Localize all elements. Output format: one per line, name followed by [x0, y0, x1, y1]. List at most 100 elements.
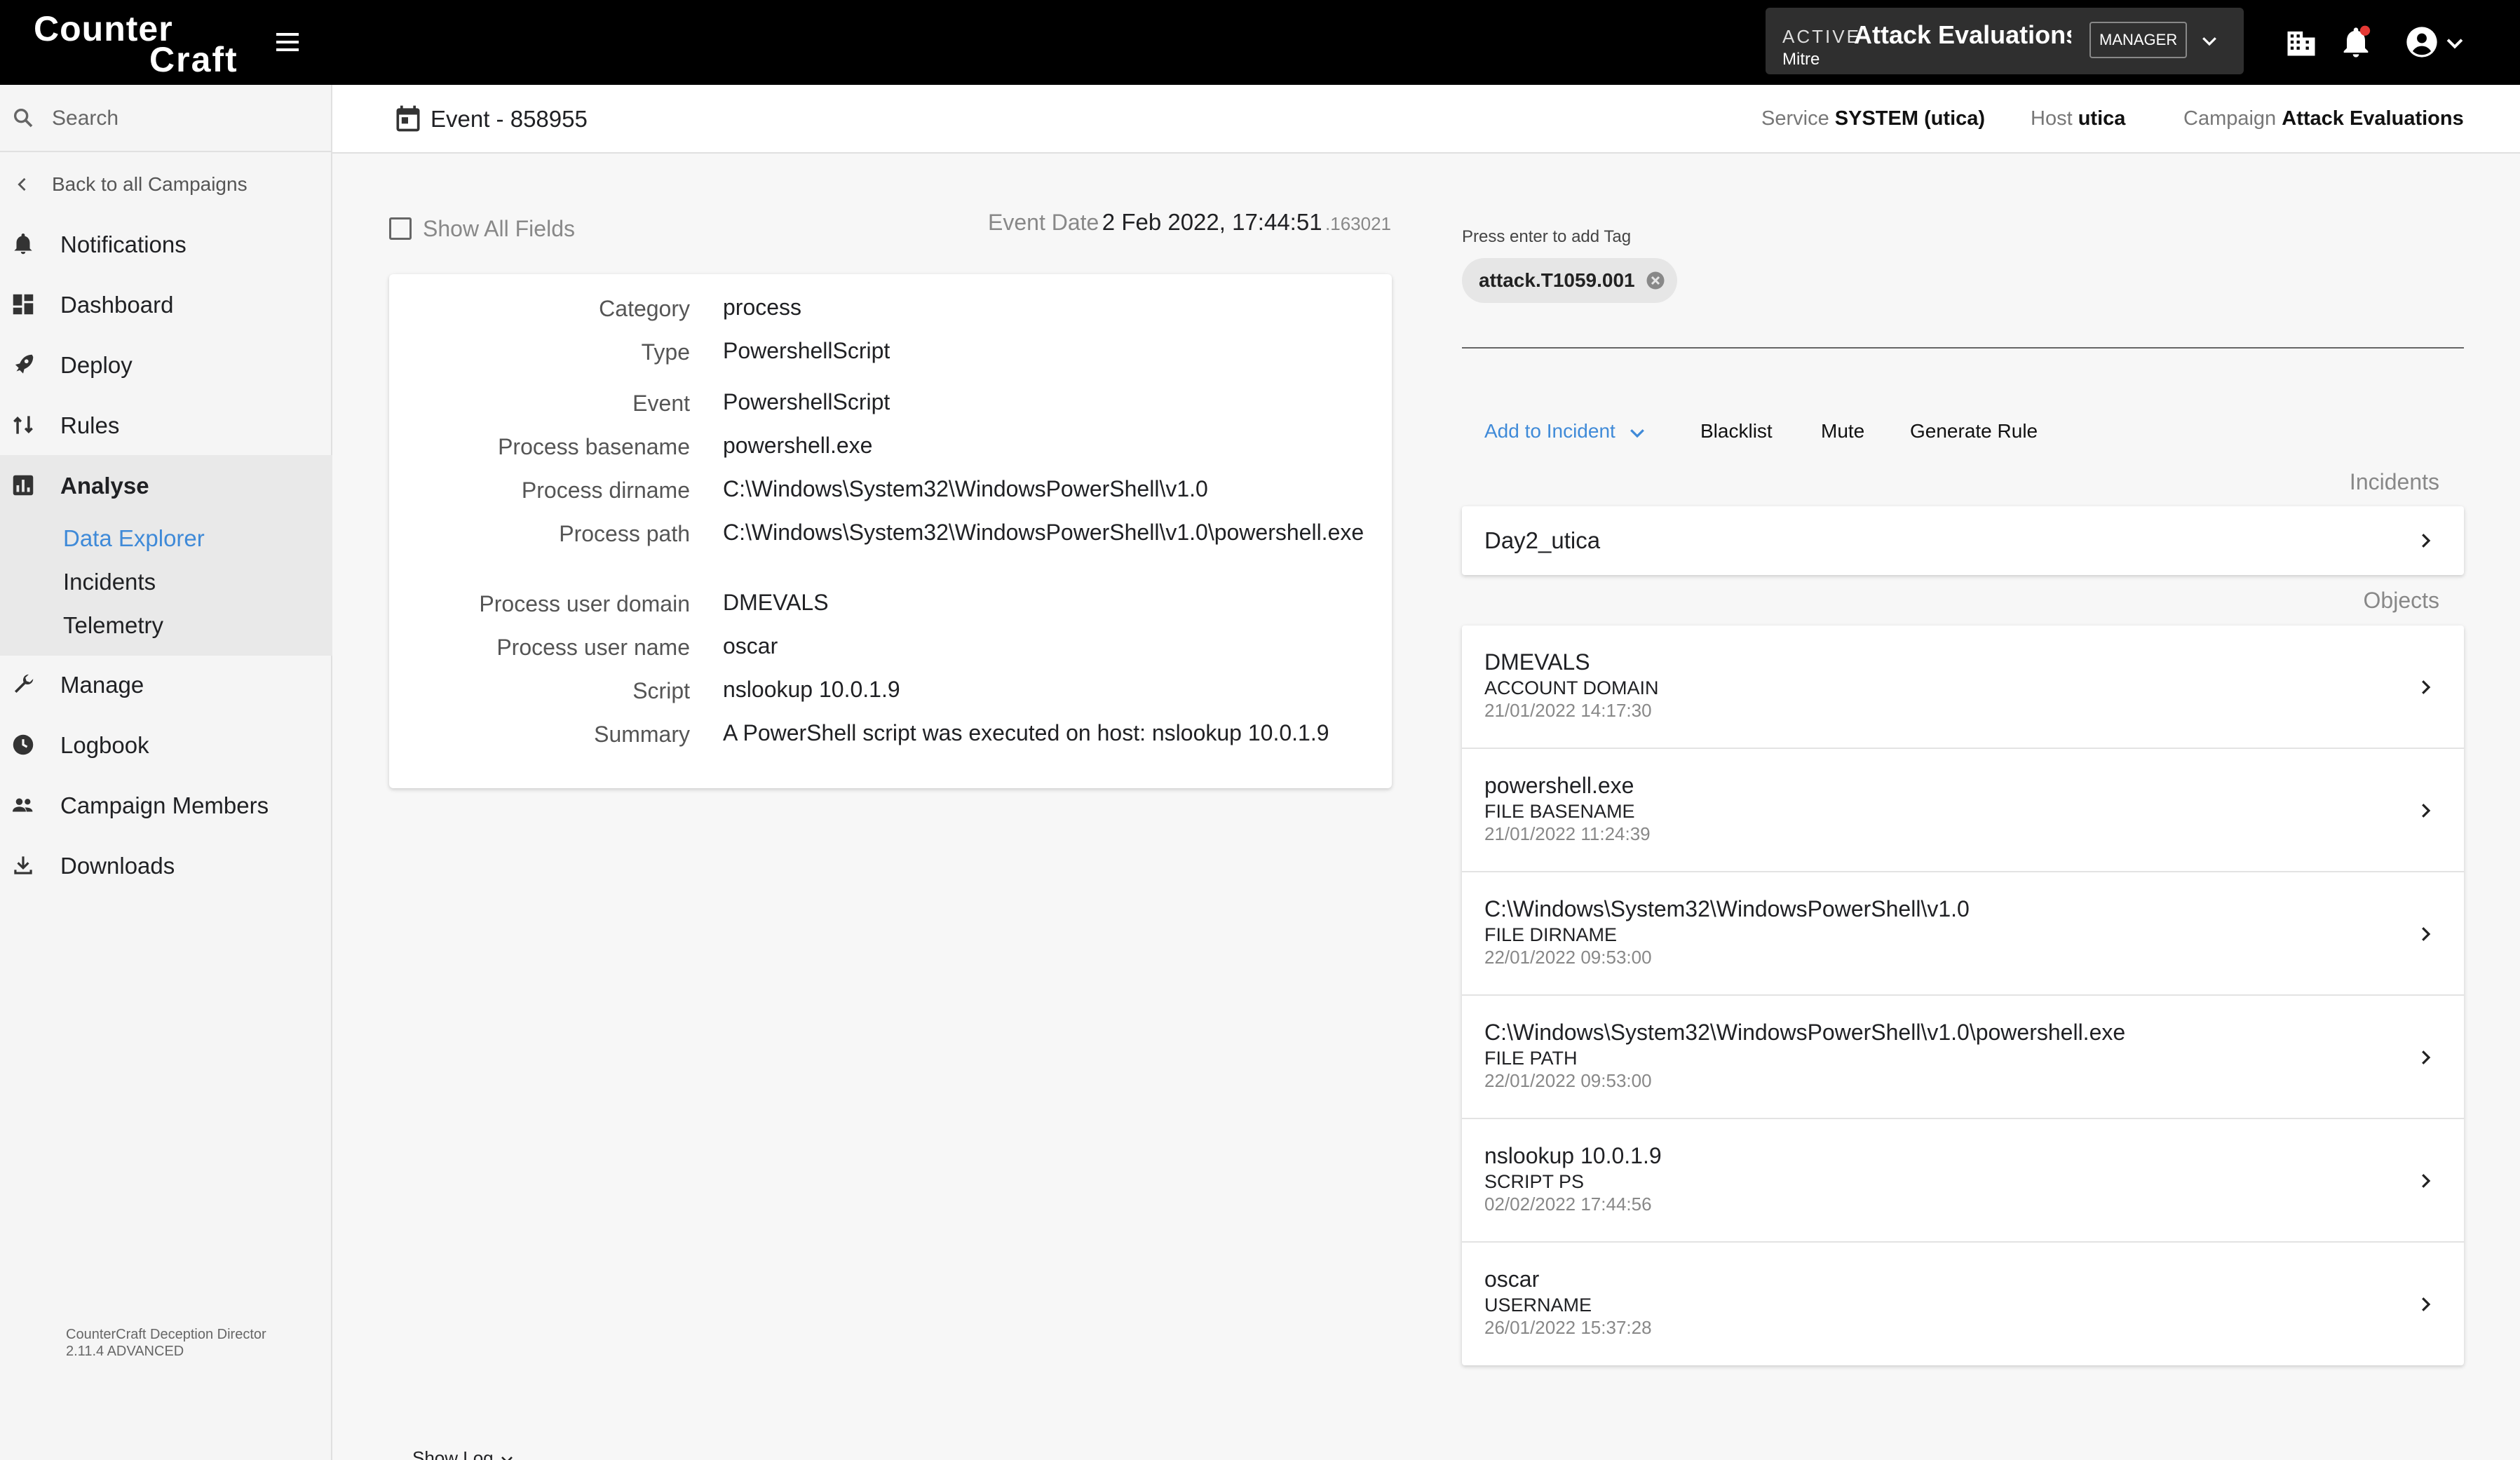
campaign-meta: Campaign Attack Evaluations: [2183, 107, 2464, 130]
field-value: PowershellScript: [723, 389, 890, 414]
sidebar-item-logbook[interactable]: Logbook: [0, 715, 332, 775]
field-value: PowershellScript: [723, 338, 890, 363]
chart-icon: [13, 475, 34, 496]
sidebar-subitem-data-explorer[interactable]: Data Explorer: [63, 525, 205, 552]
host-value[interactable]: utica: [2078, 107, 2126, 130]
event-header: Event - 858955 Service SYSTEM (utica) Ho…: [332, 85, 2520, 154]
mute-button[interactable]: Mute: [1821, 420, 1864, 442]
campaign-selector[interactable]: ACTIVE Attack Evaluations Mitre MANAGER: [1766, 8, 2244, 74]
show-log-label: Show Log: [412, 1447, 494, 1460]
event-date: Event Date 2 Feb 2022, 17:44:51 .163021: [988, 209, 1391, 236]
field-label: Process basename: [498, 434, 690, 459]
countercraft-logo[interactable]: Counter Craft: [34, 8, 244, 79]
version-product: CounterCraft Deception Director: [66, 1327, 266, 1342]
chevron-right-icon[interactable]: [2415, 530, 2436, 551]
incident-row[interactable]: Day2_utica: [1462, 506, 2464, 575]
chevron-right-icon[interactable]: [2415, 677, 2436, 698]
remove-tag-icon[interactable]: [1645, 270, 1666, 291]
objects-section-title: Objects: [2363, 588, 2439, 613]
campaign-name: Attack Evaluations: [1854, 20, 2071, 49]
chevron-down-icon[interactable]: [2199, 30, 2220, 51]
chevron-left-icon: [18, 177, 26, 191]
field-label: Process user domain: [479, 591, 690, 616]
sidebar-item-manage[interactable]: Manage: [0, 654, 332, 715]
sidebar-subitem-telemetry[interactable]: Telemetry: [63, 612, 163, 639]
field-value: DMEVALS: [723, 590, 829, 615]
field-label: Process dirname: [521, 478, 690, 503]
hamburger-menu-icon[interactable]: [273, 28, 302, 56]
object-value: powershell.exe: [1484, 773, 1634, 798]
dashboard-icon: [13, 294, 34, 315]
rocket-icon: [15, 354, 34, 374]
account-chevron-down-icon[interactable]: [2443, 31, 2467, 55]
field-value: C:\Windows\System32\WindowsPowerShell\v1…: [723, 520, 1364, 545]
tag-input-hint: Press enter to add Tag: [1462, 227, 1632, 246]
object-type: FILE BASENAME: [1484, 801, 1635, 822]
object-value: DMEVALS: [1484, 649, 1590, 675]
tag-chip-label: attack.T1059.001: [1479, 269, 1635, 291]
event-fields-card: Category process Type PowershellScript E…: [389, 274, 1392, 788]
show-log-button[interactable]: Show Log: [412, 1447, 515, 1460]
sidebar-item-campaign-members[interactable]: Campaign Members: [0, 775, 332, 835]
object-row[interactable]: oscar USERNAME 26/01/2022 15:37:28: [1462, 1243, 2464, 1366]
sidebar-item-rules[interactable]: Rules: [0, 395, 332, 455]
top-bar: Counter Craft ACTIVE Attack Evaluations …: [0, 0, 2520, 85]
object-row[interactable]: C:\Windows\System32\WindowsPowerShell\v1…: [1462, 872, 2464, 996]
object-value: C:\Windows\System32\WindowsPowerShell\v1…: [1484, 1020, 2126, 1045]
sidebar-item-analyse[interactable]: Analyse: [0, 455, 332, 515]
sidebar-item-label: Downloads: [60, 853, 175, 879]
incident-name: Day2_utica: [1484, 527, 1601, 553]
object-row[interactable]: nslookup 10.0.1.9 SCRIPT PS 02/02/2022 1…: [1462, 1119, 2464, 1243]
field-label: Process user name: [496, 635, 690, 660]
object-type: FILE PATH: [1484, 1048, 1578, 1069]
sidebar-item-label: Dashboard: [60, 292, 174, 318]
tag-chip[interactable]: attack.T1059.001: [1462, 258, 1677, 303]
sidebar-item-deploy[interactable]: Deploy: [0, 334, 332, 395]
object-value: C:\Windows\System32\WindowsPowerShell\v1…: [1484, 896, 1970, 921]
download-icon: [14, 856, 32, 874]
object-row[interactable]: powershell.exe FILE BASENAME 21/01/2022 …: [1462, 749, 2464, 872]
rules-icon: [13, 416, 33, 434]
checkbox-icon[interactable]: [389, 217, 412, 240]
sidebar-item-downloads[interactable]: Downloads: [0, 835, 332, 895]
campaign-status: ACTIVE: [1782, 26, 1861, 47]
chevron-right-icon[interactable]: [2415, 800, 2436, 821]
campaign-value[interactable]: Attack Evaluations: [2282, 107, 2463, 130]
field-label: Event: [632, 391, 690, 416]
object-type: USERNAME: [1484, 1295, 1592, 1316]
service-value[interactable]: SYSTEM (utica): [1835, 107, 1985, 130]
sidebar-item-label: Analyse: [60, 473, 149, 499]
chevron-right-icon[interactable]: [2415, 924, 2436, 945]
sidebar-item-label: Notifications: [60, 231, 187, 257]
sidebar-item-label: Deploy: [60, 352, 133, 378]
blacklist-button[interactable]: Blacklist: [1700, 420, 1773, 442]
chevron-right-icon[interactable]: [2415, 1047, 2436, 1068]
notifications-bell-icon[interactable]: [2338, 24, 2374, 60]
object-date: 21/01/2022 14:17:30: [1484, 700, 1652, 721]
generate-rule-button[interactable]: Generate Rule: [1910, 420, 2038, 442]
chevron-right-icon[interactable]: [2415, 1170, 2436, 1191]
page-title: Event - 858955: [431, 106, 588, 132]
chevron-right-icon[interactable]: [2415, 1294, 2436, 1315]
field-value: nslookup 10.0.1.9: [723, 677, 900, 702]
sidebar-item-label: Rules: [60, 412, 120, 438]
sidebar-subitem-incidents[interactable]: Incidents: [63, 569, 156, 595]
tag-input-underline[interactable]: [1462, 347, 2464, 349]
object-row[interactable]: C:\Windows\System32\WindowsPowerShell\v1…: [1462, 996, 2464, 1119]
calendar-icon: [396, 105, 420, 132]
add-to-incident-button[interactable]: Add to Incident: [1484, 420, 1648, 443]
wrench-icon: [14, 674, 34, 694]
building-icon[interactable]: [2283, 24, 2319, 60]
sidebar-item-dashboard[interactable]: Dashboard: [0, 274, 332, 334]
search-input[interactable]: [52, 103, 318, 134]
sidebar-search: [0, 85, 332, 152]
sidebar-item-label: Campaign Members: [60, 792, 269, 818]
object-value: nslookup 10.0.1.9: [1484, 1143, 1662, 1168]
sidebar-item-notifications[interactable]: Notifications: [0, 214, 332, 274]
account-circle-icon[interactable]: [2404, 24, 2440, 60]
field-value: A PowerShell script was executed on host…: [723, 720, 1329, 745]
event-date-ms: .163021: [1325, 213, 1391, 234]
object-row[interactable]: DMEVALS ACCOUNT DOMAIN 21/01/2022 14:17:…: [1462, 626, 2464, 749]
service-label: Service: [1761, 107, 1829, 130]
back-to-campaigns-link[interactable]: Back to all Campaigns: [0, 163, 332, 205]
